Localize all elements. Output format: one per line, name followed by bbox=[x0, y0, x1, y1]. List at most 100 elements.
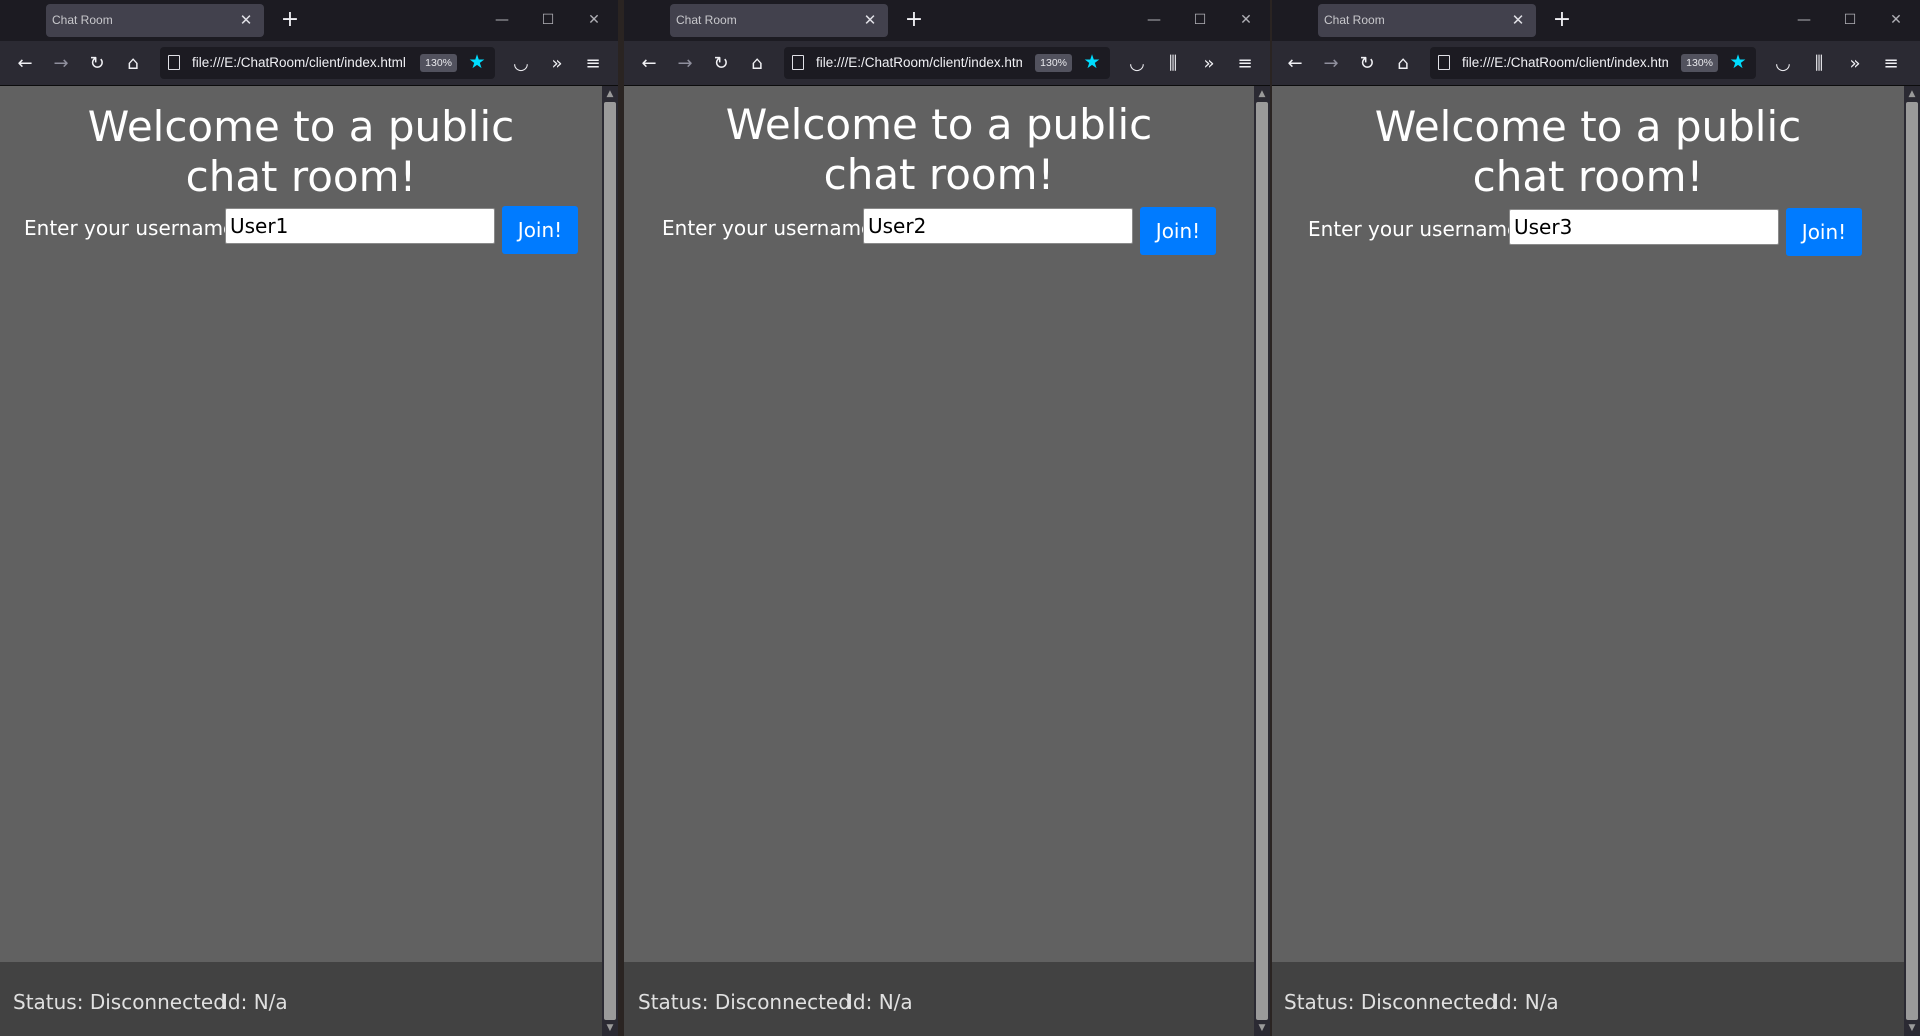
close-window-icon[interactable]: ✕ bbox=[1234, 8, 1258, 32]
home-icon[interactable]: ⌂ bbox=[744, 51, 770, 77]
url-bar[interactable]: file:///E:/ChatRoom/client/index.html 13… bbox=[1430, 47, 1756, 79]
scrollbar[interactable]: ▲ ▼ bbox=[1904, 86, 1920, 1036]
forward-icon[interactable]: → bbox=[48, 51, 74, 77]
tab-close-icon[interactable]: ✕ bbox=[860, 10, 880, 30]
join-button[interactable]: Join! bbox=[1140, 207, 1216, 255]
home-icon[interactable]: ⌂ bbox=[1390, 51, 1416, 77]
username-label: Enter your username: bbox=[662, 216, 881, 240]
page-content: Welcome to a public chat room! Enter you… bbox=[0, 86, 602, 1036]
browser-window-2: Chat Room ✕ + — ☐ ✕ ← → ↻ ⌂ file:///E:/C… bbox=[624, 0, 1270, 1036]
new-tab-icon[interactable]: + bbox=[278, 8, 302, 32]
scroll-up-icon[interactable]: ▲ bbox=[602, 86, 618, 102]
url-bar[interactable]: file:///E:/ChatRoom/client/index.html 13… bbox=[784, 47, 1110, 79]
tab-title: Chat Room bbox=[52, 13, 113, 27]
library-icon[interactable]: ⫼ bbox=[1160, 51, 1186, 77]
join-button[interactable]: Join! bbox=[1786, 208, 1862, 256]
url-text[interactable]: file:///E:/ChatRoom/client/index.html bbox=[1462, 55, 1668, 70]
page-icon bbox=[168, 55, 180, 70]
tab-chat-room[interactable]: Chat Room ✕ bbox=[670, 4, 888, 37]
scroll-up-icon[interactable]: ▲ bbox=[1254, 86, 1270, 102]
minimize-icon[interactable]: — bbox=[1142, 8, 1166, 32]
username-input[interactable] bbox=[225, 208, 495, 244]
tab-title: Chat Room bbox=[676, 13, 737, 27]
status-text: Status: Disconnected bbox=[1284, 990, 1497, 1014]
url-text[interactable]: file:///E:/ChatRoom/client/index.html bbox=[816, 55, 1022, 70]
new-tab-icon[interactable]: + bbox=[1550, 8, 1574, 32]
overflow-icon[interactable]: » bbox=[1196, 51, 1222, 77]
page-icon bbox=[792, 55, 804, 70]
tab-close-icon[interactable]: ✕ bbox=[236, 10, 256, 30]
page-title: Welcome to a public chat room! bbox=[725, 100, 1153, 199]
nav-bar: ← → ↻ ⌂ file:///E:/ChatRoom/client/index… bbox=[0, 41, 618, 86]
overflow-icon[interactable]: » bbox=[544, 51, 570, 77]
scroll-down-icon[interactable]: ▼ bbox=[1904, 1020, 1920, 1036]
menu-icon[interactable]: ≡ bbox=[580, 51, 606, 77]
pocket-icon[interactable]: ◡ bbox=[508, 51, 534, 77]
minimize-icon[interactable]: — bbox=[1792, 8, 1816, 32]
tab-chat-room[interactable]: Chat Room ✕ bbox=[1318, 4, 1536, 37]
scroll-thumb[interactable] bbox=[1906, 102, 1918, 1020]
reload-icon[interactable]: ↻ bbox=[84, 51, 110, 77]
tab-close-icon[interactable]: ✕ bbox=[1508, 10, 1528, 30]
page-title: Welcome to a public chat room! bbox=[87, 102, 515, 201]
id-text: Id: N/a bbox=[847, 990, 913, 1014]
menu-icon[interactable]: ≡ bbox=[1232, 51, 1258, 77]
username-input[interactable] bbox=[1509, 209, 1779, 245]
title-bar: Chat Room ✕ + — ☐ ✕ bbox=[1272, 0, 1920, 41]
join-button[interactable]: Join! bbox=[502, 206, 578, 254]
bookmark-star-icon[interactable]: ★ bbox=[465, 50, 489, 74]
page-content: Welcome to a public chat room! Enter you… bbox=[624, 86, 1254, 1036]
scrollbar[interactable]: ▲ ▼ bbox=[1254, 86, 1270, 1036]
tab-title: Chat Room bbox=[1324, 13, 1385, 27]
reload-icon[interactable]: ↻ bbox=[708, 51, 734, 77]
url-bar[interactable]: file:///E:/ChatRoom/client/index.html 13… bbox=[160, 47, 495, 79]
zoom-indicator[interactable]: 130% bbox=[1035, 54, 1072, 72]
zoom-indicator[interactable]: 130% bbox=[420, 54, 457, 72]
pocket-icon[interactable]: ◡ bbox=[1770, 51, 1796, 77]
username-input[interactable] bbox=[863, 208, 1133, 244]
maximize-icon[interactable]: ☐ bbox=[1188, 8, 1212, 32]
maximize-icon[interactable]: ☐ bbox=[536, 8, 560, 32]
scroll-down-icon[interactable]: ▼ bbox=[1254, 1020, 1270, 1036]
id-text: Id: N/a bbox=[222, 990, 288, 1014]
scroll-up-icon[interactable]: ▲ bbox=[1904, 86, 1920, 102]
reload-icon[interactable]: ↻ bbox=[1354, 51, 1380, 77]
id-text: Id: N/a bbox=[1493, 990, 1559, 1014]
bookmark-star-icon[interactable]: ★ bbox=[1726, 50, 1750, 74]
url-text[interactable]: file:///E:/ChatRoom/client/index.html bbox=[192, 55, 407, 70]
overflow-icon[interactable]: » bbox=[1842, 51, 1868, 77]
browser-window-3: Chat Room ✕ + — ☐ ✕ ← → ↻ ⌂ file:///E:/C… bbox=[1272, 0, 1920, 1036]
scroll-down-icon[interactable]: ▼ bbox=[602, 1020, 618, 1036]
bookmark-star-icon[interactable]: ★ bbox=[1080, 50, 1104, 74]
status-bar: Status: Disconnected Id: N/a bbox=[624, 962, 1254, 1036]
forward-icon[interactable]: → bbox=[672, 51, 698, 77]
status-bar: Status: Disconnected Id: N/a bbox=[0, 962, 602, 1036]
pocket-icon[interactable]: ◡ bbox=[1124, 51, 1150, 77]
status-bar: Status: Disconnected Id: N/a bbox=[1272, 962, 1904, 1036]
forward-icon[interactable]: → bbox=[1318, 51, 1344, 77]
back-icon[interactable]: ← bbox=[1282, 51, 1308, 77]
tab-chat-room[interactable]: Chat Room ✕ bbox=[46, 4, 264, 37]
scrollbar[interactable]: ▲ ▼ bbox=[602, 86, 618, 1036]
close-window-icon[interactable]: ✕ bbox=[582, 8, 606, 32]
home-icon[interactable]: ⌂ bbox=[120, 51, 146, 77]
back-icon[interactable]: ← bbox=[636, 51, 662, 77]
menu-icon[interactable]: ≡ bbox=[1878, 51, 1904, 77]
title-bar: Chat Room ✕ + — ☐ ✕ bbox=[0, 0, 618, 41]
scroll-thumb[interactable] bbox=[604, 102, 616, 1020]
nav-bar: ← → ↻ ⌂ file:///E:/ChatRoom/client/index… bbox=[624, 41, 1270, 86]
scroll-thumb[interactable] bbox=[1256, 102, 1268, 1020]
close-window-icon[interactable]: ✕ bbox=[1884, 8, 1908, 32]
library-icon[interactable]: ⫼ bbox=[1806, 51, 1832, 77]
page-icon bbox=[1438, 55, 1450, 70]
status-text: Status: Disconnected bbox=[638, 990, 851, 1014]
zoom-indicator[interactable]: 130% bbox=[1681, 54, 1718, 72]
minimize-icon[interactable]: — bbox=[490, 8, 514, 32]
nav-bar: ← → ↻ ⌂ file:///E:/ChatRoom/client/index… bbox=[1272, 41, 1920, 86]
page-title: Welcome to a public chat room! bbox=[1374, 102, 1802, 201]
back-icon[interactable]: ← bbox=[12, 51, 38, 77]
title-bar: Chat Room ✕ + — ☐ ✕ bbox=[624, 0, 1270, 41]
new-tab-icon[interactable]: + bbox=[902, 8, 926, 32]
maximize-icon[interactable]: ☐ bbox=[1838, 8, 1862, 32]
username-label: Enter your username: bbox=[1308, 217, 1527, 241]
